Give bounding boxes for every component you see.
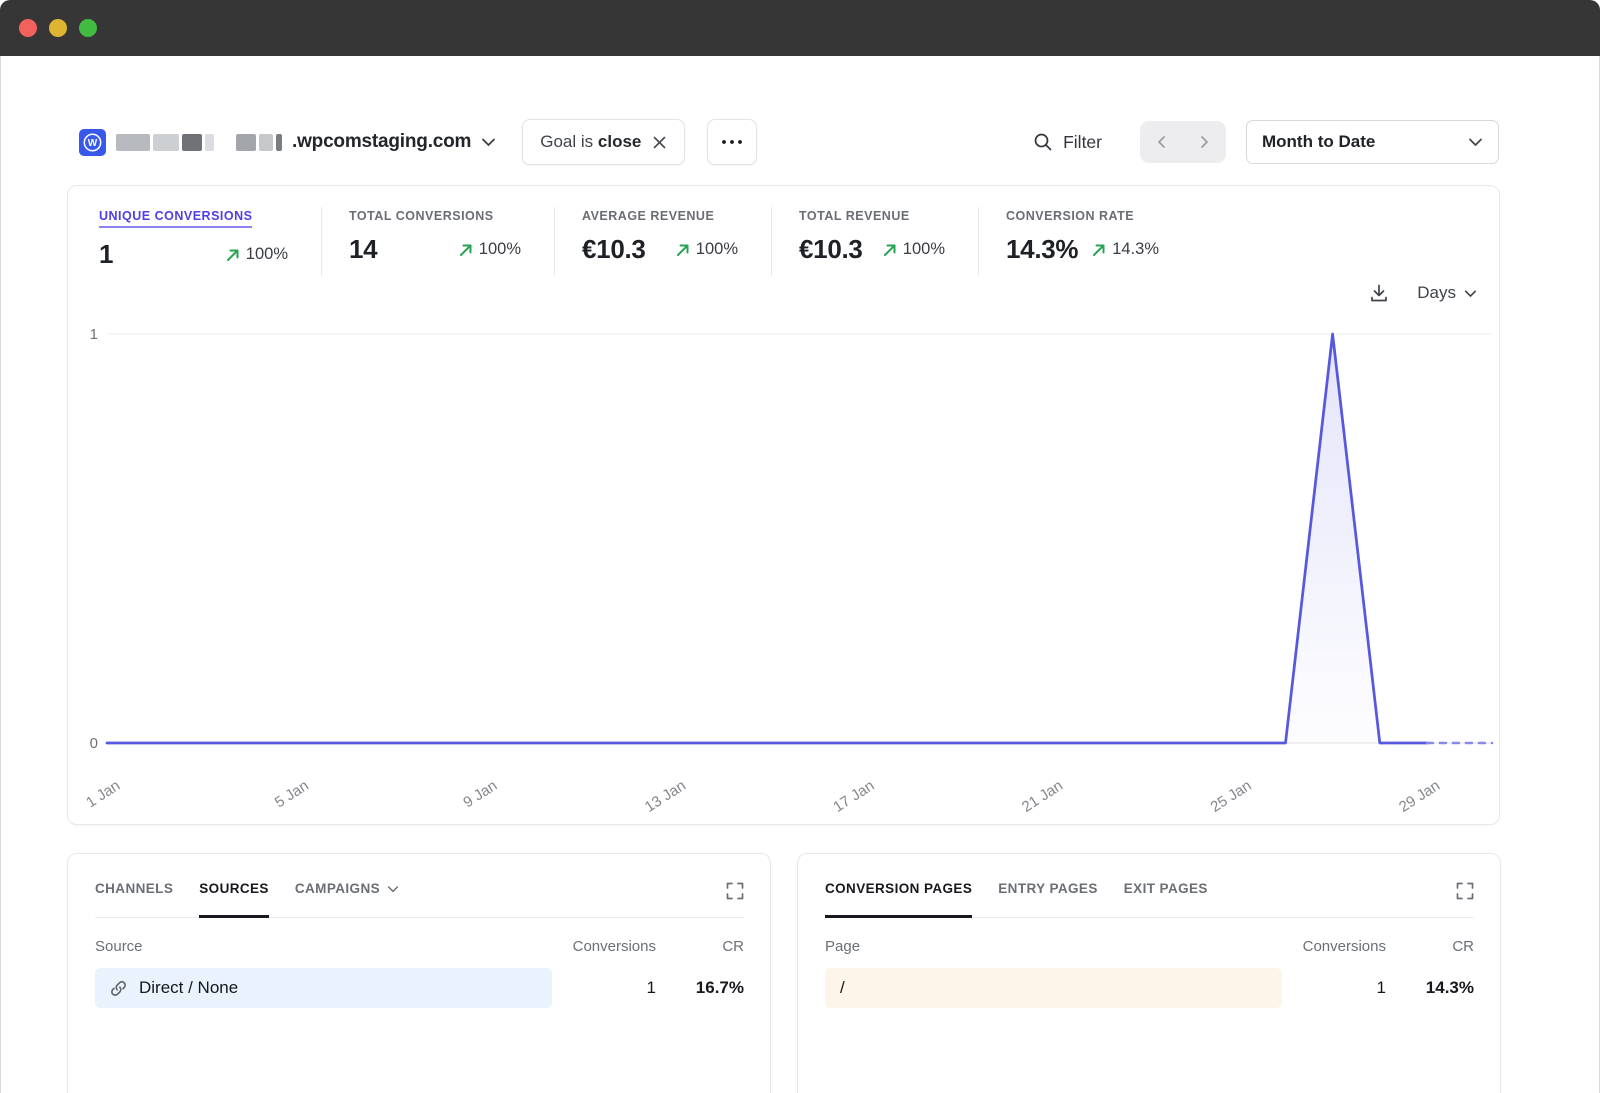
redacted-site-name <box>116 134 282 151</box>
site-selector-dropdown[interactable]: W .wpcomstaging.com <box>79 129 496 156</box>
expand-icon <box>726 882 744 900</box>
conversions-value: 1 <box>552 978 656 998</box>
source-name: Direct / None <box>139 978 238 998</box>
close-icon[interactable] <box>652 135 667 150</box>
column-page: Page <box>825 938 1282 955</box>
sources-card: CHANNELS SOURCES CAMPAIGNS Source Conver… <box>67 853 771 1093</box>
cr-value: 16.7% <box>656 978 744 998</box>
next-period-button[interactable] <box>1183 121 1226 163</box>
cr-value: 14.3% <box>1386 978 1474 998</box>
svg-text:5 Jan: 5 Jan <box>272 777 312 811</box>
tab-entry-pages[interactable]: ENTRY PAGES <box>998 881 1097 918</box>
link-icon <box>110 980 127 997</box>
date-range-select[interactable]: Month to Date <box>1246 120 1499 164</box>
analytics-dashboard: W .wpcomstaging.com Goal is close Filter <box>0 56 1600 1093</box>
filter-label: Filter <box>1063 132 1102 153</box>
tab-campaigns[interactable]: CAMPAIGNS <box>295 881 399 918</box>
chevron-left-icon <box>1157 135 1166 149</box>
expand-pages-button[interactable] <box>1456 882 1474 900</box>
ellipsis-icon <box>721 139 743 145</box>
svg-text:21 Jan: 21 Jan <box>1019 777 1066 816</box>
sources-tabs: CHANNELS SOURCES CAMPAIGNS <box>95 881 744 918</box>
tab-conversion-pages[interactable]: CONVERSION PAGES <box>825 881 972 918</box>
table-row: Direct / None 1 16.7% <box>95 968 744 1008</box>
expand-icon <box>1456 882 1474 900</box>
column-cr: CR <box>1386 938 1474 955</box>
column-cr: CR <box>656 938 744 955</box>
tab-channels[interactable]: CHANNELS <box>95 881 173 918</box>
source-direct-none[interactable]: Direct / None <box>95 968 552 1008</box>
table-row: / 1 14.3% <box>825 968 1474 1008</box>
conversions-chart-card: UNIQUE CONVERSIONS 1 100% TOTAL CONVERSI… <box>67 185 1500 825</box>
page-name: / <box>840 978 845 998</box>
column-conversions: Conversions <box>552 938 656 955</box>
page-root[interactable]: / <box>825 968 1282 1008</box>
window-titlebar <box>0 0 1600 56</box>
svg-text:9 Jan: 9 Jan <box>460 777 500 811</box>
search-icon <box>1033 132 1053 152</box>
column-source: Source <box>95 938 552 955</box>
conversions-value: 1 <box>1282 978 1386 998</box>
minimize-window-button[interactable] <box>49 19 67 37</box>
filter-button[interactable]: Filter <box>1033 132 1102 153</box>
tab-sources[interactable]: SOURCES <box>199 881 269 918</box>
wordpress-icon: W <box>79 129 106 156</box>
pages-table-header: Page Conversions CR <box>825 938 1474 955</box>
date-range-value: Month to Date <box>1262 132 1375 152</box>
svg-text:W: W <box>88 138 98 149</box>
toolbar: W .wpcomstaging.com Goal is close Filter <box>79 118 1499 166</box>
svg-text:29 Jan: 29 Jan <box>1396 777 1443 816</box>
sources-table-header: Source Conversions CR <box>95 938 744 955</box>
expand-sources-button[interactable] <box>726 882 744 900</box>
chevron-down-icon <box>387 885 399 893</box>
chevron-down-icon <box>1468 137 1483 147</box>
column-conversions: Conversions <box>1282 938 1386 955</box>
tab-exit-pages[interactable]: EXIT PAGES <box>1124 881 1208 918</box>
pages-card: CONVERSION PAGES ENTRY PAGES EXIT PAGES … <box>797 853 1501 1093</box>
svg-text:25 Jan: 25 Jan <box>1208 777 1255 816</box>
pages-tabs: CONVERSION PAGES ENTRY PAGES EXIT PAGES <box>825 881 1474 918</box>
svg-text:0: 0 <box>90 735 98 752</box>
goal-filter-chip[interactable]: Goal is close <box>522 119 685 165</box>
previous-period-button[interactable] <box>1140 121 1183 163</box>
zoom-window-button[interactable] <box>79 19 97 37</box>
chevron-down-icon <box>481 137 496 147</box>
close-window-button[interactable] <box>19 19 37 37</box>
svg-text:1 Jan: 1 Jan <box>83 777 123 811</box>
chevron-right-icon <box>1200 135 1209 149</box>
svg-text:17 Jan: 17 Jan <box>830 777 877 816</box>
goal-chip-label: Goal is close <box>540 132 641 152</box>
svg-text:13 Jan: 13 Jan <box>642 777 689 816</box>
site-domain: .wpcomstaging.com <box>292 131 471 153</box>
date-pager <box>1140 121 1226 163</box>
more-options-button[interactable] <box>707 119 757 165</box>
svg-text:1: 1 <box>90 326 98 343</box>
conversions-line-chart: 0 1 1 Jan 5 Jan 9 Jan 13 Jan 17 Jan 21 Jan 25 Ja… <box>68 186 1499 824</box>
